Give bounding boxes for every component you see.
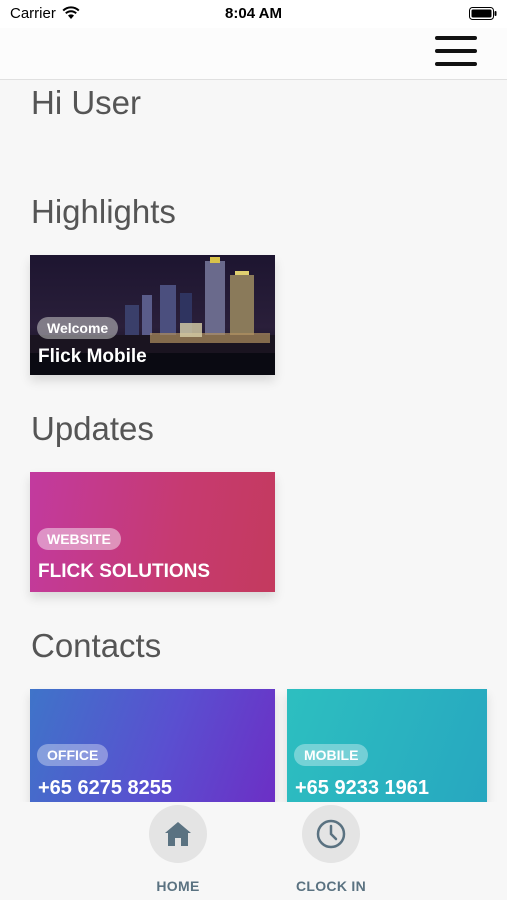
home-icon [165, 822, 191, 846]
contact-card-office[interactable]: OFFICE +65 6275 8255 [30, 689, 275, 802]
highlight-title: Flick Mobile [38, 346, 147, 367]
battery-icon [469, 7, 497, 24]
section-title-updates: Updates [31, 410, 154, 447]
clock-icon-button[interactable] [302, 805, 360, 863]
section-title-highlights: Highlights [31, 193, 176, 230]
mobile-badge: MOBILE [294, 744, 369, 766]
tab-bar: HOME CLOCK IN [0, 802, 507, 900]
office-phone: +65 6275 8255 [38, 777, 173, 799]
status-bar: Carrier 8:04 AM [0, 0, 507, 28]
office-badge: OFFICE [37, 744, 109, 766]
update-card[interactable]: WEBSITE FLICK SOLUTIONS [30, 472, 275, 592]
mobile-phone: +65 9233 1961 [295, 777, 430, 799]
tab-clock-in[interactable]: CLOCK IN [271, 802, 391, 894]
clock-icon [316, 819, 346, 849]
status-time: 8:04 AM [225, 5, 282, 22]
nav-bar [0, 28, 507, 80]
section-title-contacts: Contacts [31, 627, 162, 664]
tab-clock-in-label: CLOCK IN [295, 878, 367, 894]
contact-card-mobile[interactable]: MOBILE +65 9233 1961 [287, 689, 487, 802]
update-badge: WEBSITE [37, 528, 121, 550]
tab-home[interactable]: HOME [118, 802, 238, 894]
menu-icon[interactable] [435, 36, 479, 70]
greeting: Hi User [31, 84, 142, 121]
update-title: FLICK SOLUTIONS [38, 561, 211, 582]
tab-home-label: HOME [156, 878, 200, 894]
highlight-badge: Welcome [37, 317, 119, 339]
highlight-card[interactable]: Welcome Flick Mobile [30, 255, 275, 375]
home-icon-button[interactable] [149, 805, 207, 863]
